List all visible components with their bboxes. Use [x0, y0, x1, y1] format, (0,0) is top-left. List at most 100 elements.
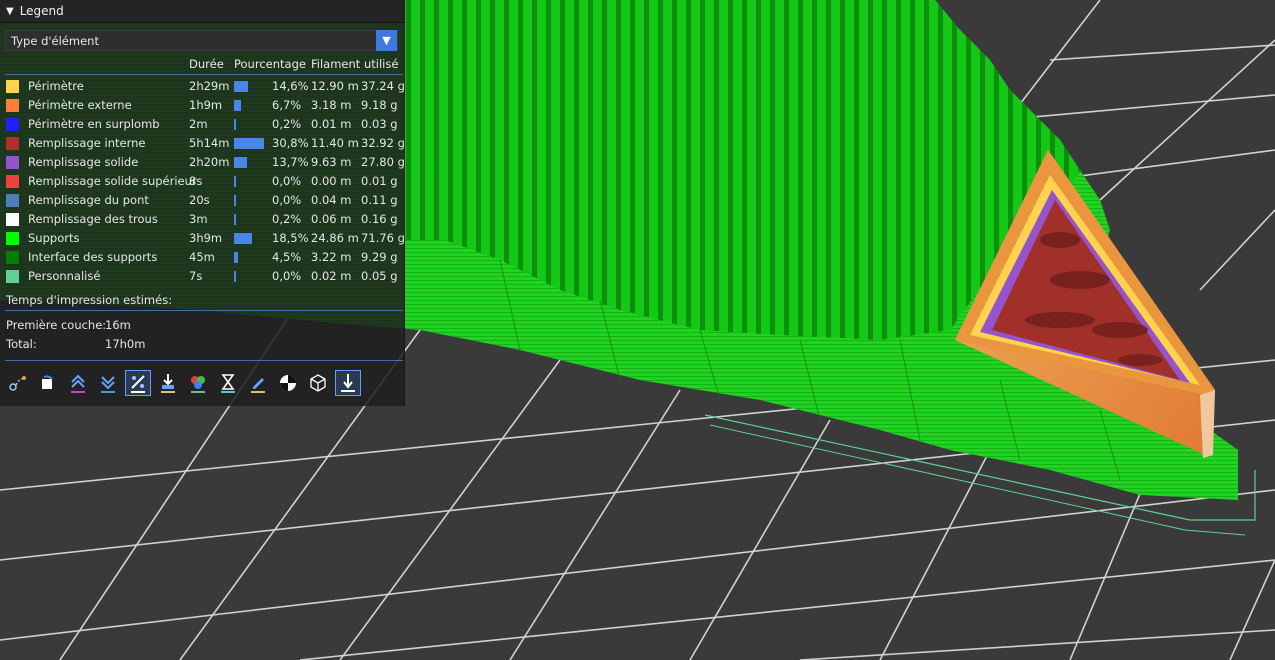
percent-value: 13,7% [272, 155, 309, 169]
color-swatch [6, 137, 19, 150]
percentage-bar [234, 233, 253, 244]
options-toolbar [4, 369, 404, 399]
percent-value: 4,5% [272, 250, 302, 264]
length-value: 24.86 m [311, 231, 359, 245]
percentage-bar [234, 271, 236, 282]
percentage-bar [234, 100, 241, 111]
legend-row[interactable]: Remplissage des trous 3m 0,2% 0.06 m 0.16 g [0, 210, 405, 229]
weight-value: 32.92 g [361, 136, 405, 150]
duration-value: 3h9m [189, 231, 223, 245]
legend-row[interactable]: Périmètre externe 1h9m 6,7% 3.18 m 9.18 g [0, 96, 405, 115]
length-value: 0.01 m [311, 117, 352, 131]
dropdown-arrow-icon[interactable]: ▼ [376, 30, 397, 51]
duration-value: 5h14m [189, 136, 230, 150]
color-swatch [6, 99, 19, 112]
length-value: 0.00 m [311, 174, 352, 188]
legend-row[interactable]: Remplissage solide supérieur 8s 0,0% 0.00 m… [0, 172, 405, 191]
feature-label: Supports [28, 231, 80, 245]
percentage-bar [234, 157, 248, 168]
total-value: 17h0m [105, 337, 146, 351]
length-value: 0.06 m [311, 212, 352, 226]
percentage-bar [234, 252, 239, 263]
duration-value: 20s [189, 193, 210, 207]
color-swatch [6, 251, 19, 264]
weight-value: 37.24 g [361, 79, 405, 93]
tool-marker-icon[interactable] [335, 370, 361, 396]
legend-header[interactable]: ▼ Legend [0, 0, 404, 23]
feature-label: Remplissage des trous [28, 212, 158, 226]
weight-value: 0.11 g [361, 193, 398, 207]
weight-value: 27.80 g [361, 155, 405, 169]
feature-label: Remplissage interne [28, 136, 146, 150]
feature-label: Périmètre externe [28, 98, 132, 112]
view-type-select[interactable]: Type d'élément ▼ [5, 30, 398, 51]
header-filament: Filament utilisé [311, 57, 399, 71]
travel-icon[interactable] [6, 371, 30, 395]
color-swatch [6, 213, 19, 226]
weight-value: 9.29 g [361, 250, 398, 264]
legend-row[interactable]: Interface des supports 45m 4,5% 3.22 m 9.29 … [0, 248, 405, 267]
legend-row[interactable]: Personnalisé 7s 0,0% 0.02 m 0.05 g [0, 267, 405, 286]
duration-value: 2m [189, 117, 208, 131]
percent-value: 0,2% [272, 212, 302, 226]
divider [5, 310, 403, 311]
length-value: 3.22 m [311, 250, 352, 264]
percentage-bar [234, 176, 236, 187]
collapse-triangle-icon[interactable]: ▼ [6, 6, 14, 17]
retractions-icon[interactable] [66, 371, 90, 395]
legend-row[interactable]: Supports 3h9m 18,5% 24.86 m 71.76 g [0, 229, 405, 248]
center-of-gravity-icon[interactable] [276, 371, 300, 395]
seams-icon[interactable] [125, 370, 151, 396]
color-swatch [6, 80, 19, 93]
deretractions-icon[interactable] [96, 371, 120, 395]
color-swatch [6, 175, 19, 188]
divider [5, 360, 403, 361]
percentage-bar [234, 214, 236, 225]
duration-value: 3m [189, 212, 208, 226]
weight-value: 9.18 g [361, 98, 398, 112]
color-swatch [6, 156, 19, 169]
legend-row[interactable]: Remplissage interne 5h14m 30,8% 11.40 m 32.9… [0, 134, 405, 153]
view-type-value: Type d'élément [11, 33, 99, 48]
pause-icon[interactable] [216, 371, 240, 395]
legend-row[interactable]: Remplissage solide 2h20m 13,7% 9.63 m 27.80 … [0, 153, 405, 172]
percentage-bar [234, 195, 236, 206]
header-percentage: Pourcentage [234, 57, 306, 71]
feature-label: Personnalisé [28, 269, 101, 283]
header-duration: Durée [189, 57, 224, 71]
legend-panel: ▼ Legend Type d'élément ▼ Durée Pourcent… [0, 0, 405, 406]
percent-value: 14,6% [272, 79, 309, 93]
feature-label: Remplissage solide [28, 155, 139, 169]
duration-value: 2h29m [189, 79, 230, 93]
weight-value: 0.05 g [361, 269, 398, 283]
weight-value: 0.03 g [361, 117, 398, 131]
duration-value: 7s [189, 269, 203, 283]
weight-value: 0.01 g [361, 174, 398, 188]
wipe-icon[interactable] [36, 371, 60, 395]
duration-value: 1h9m [189, 98, 223, 112]
percent-value: 0,2% [272, 117, 302, 131]
legend-row[interactable]: Périmètre en surplomb 2m 0,2% 0.01 m 0.03 g [0, 115, 405, 134]
feature-label: Périmètre [28, 79, 84, 93]
color-swatch [6, 232, 19, 245]
percent-value: 30,8% [272, 136, 309, 150]
length-value: 9.63 m [311, 155, 352, 169]
divider [5, 74, 403, 75]
feature-label: Périmètre en surplomb [28, 117, 160, 131]
color-swatch [6, 270, 19, 283]
percent-value: 0,0% [272, 193, 302, 207]
custom-gcode-icon[interactable] [246, 371, 270, 395]
shells-icon[interactable] [306, 371, 330, 395]
percentage-bar [234, 138, 264, 149]
legend-row[interactable]: Remplissage du pont 20s 0,0% 0.04 m 0.11 g [0, 191, 405, 210]
first-layer-label: Première couche: [6, 318, 107, 332]
duration-value: 45m [189, 250, 215, 264]
percent-value: 18,5% [272, 231, 309, 245]
feature-label: Remplissage solide supérieur [28, 174, 197, 188]
feature-label: Remplissage du pont [28, 193, 149, 207]
length-value: 3.18 m [311, 98, 352, 112]
tool-changes-icon[interactable] [156, 371, 180, 395]
percent-value: 0,0% [272, 174, 302, 188]
legend-row[interactable]: Périmètre 2h29m 14,6% 12.90 m 37.24 g [0, 77, 405, 96]
color-changes-icon[interactable] [186, 371, 210, 395]
